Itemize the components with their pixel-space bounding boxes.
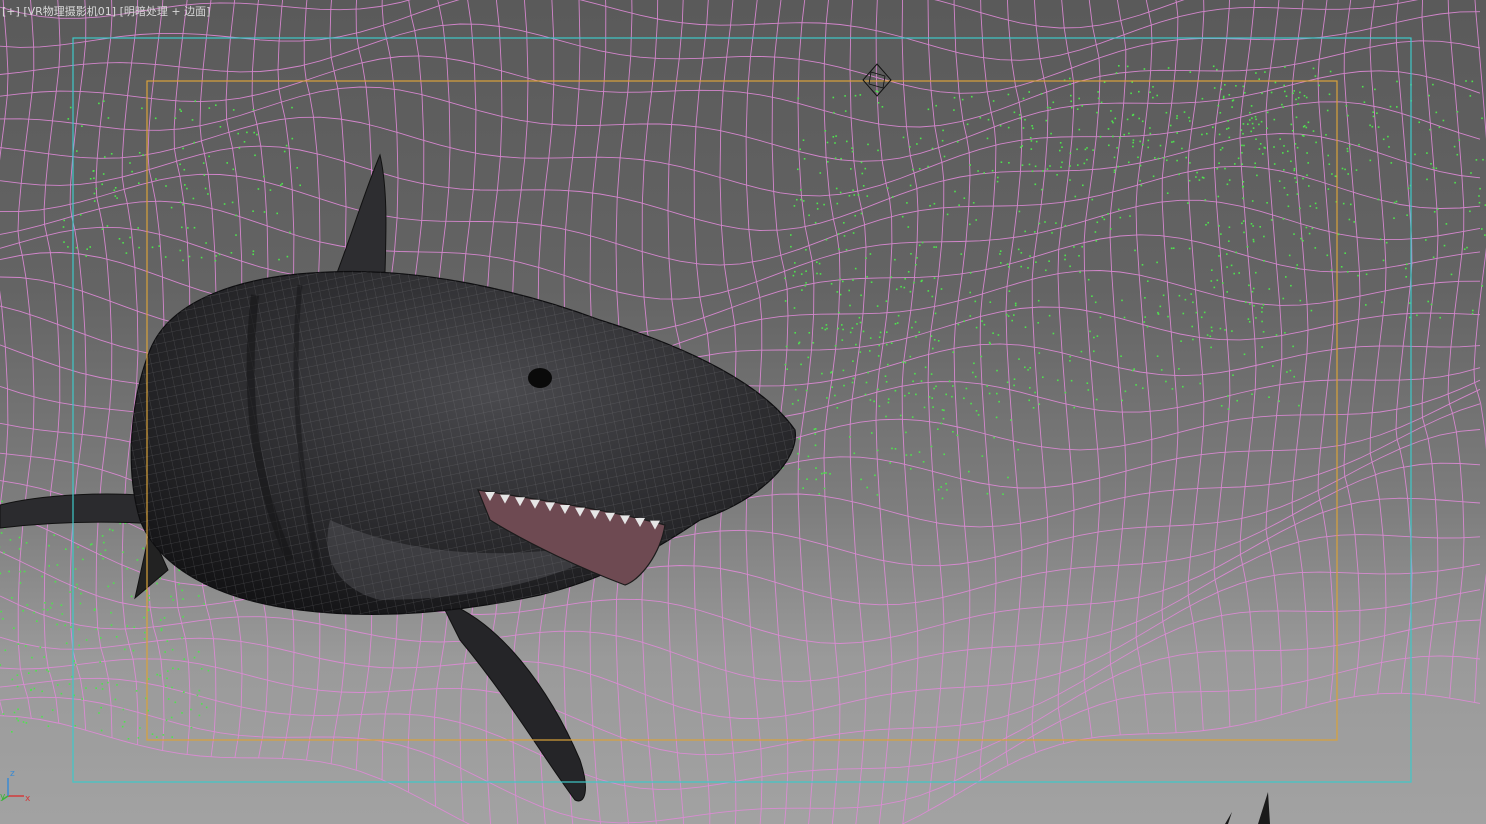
shark-pectoral-fin [439, 599, 586, 802]
camera-view-button[interactable]: [VR物理摄影机01] [23, 5, 116, 18]
axis-gizmo: x z y [0, 769, 31, 804]
shark-dorsal-fin [334, 153, 387, 279]
viewport-label: [+] [VR物理摄影机01] [明暗处理 + 边面] [2, 3, 210, 19]
second-shark-fin [1225, 792, 1270, 824]
shark-eye [528, 368, 552, 388]
shading-mode-button[interactable]: [明暗处理 + 边面] [120, 5, 211, 18]
axis-z-label: z [10, 769, 15, 779]
axis-y-label: y [0, 792, 6, 802]
viewport[interactable]: [+] [VR物理摄影机01] [明暗处理 + 边面] x z y [0, 0, 1486, 824]
viewport-menu-button[interactable]: [+] [2, 5, 20, 18]
axis-x-label: x [25, 794, 31, 804]
scene-canvas[interactable] [0, 0, 1486, 824]
